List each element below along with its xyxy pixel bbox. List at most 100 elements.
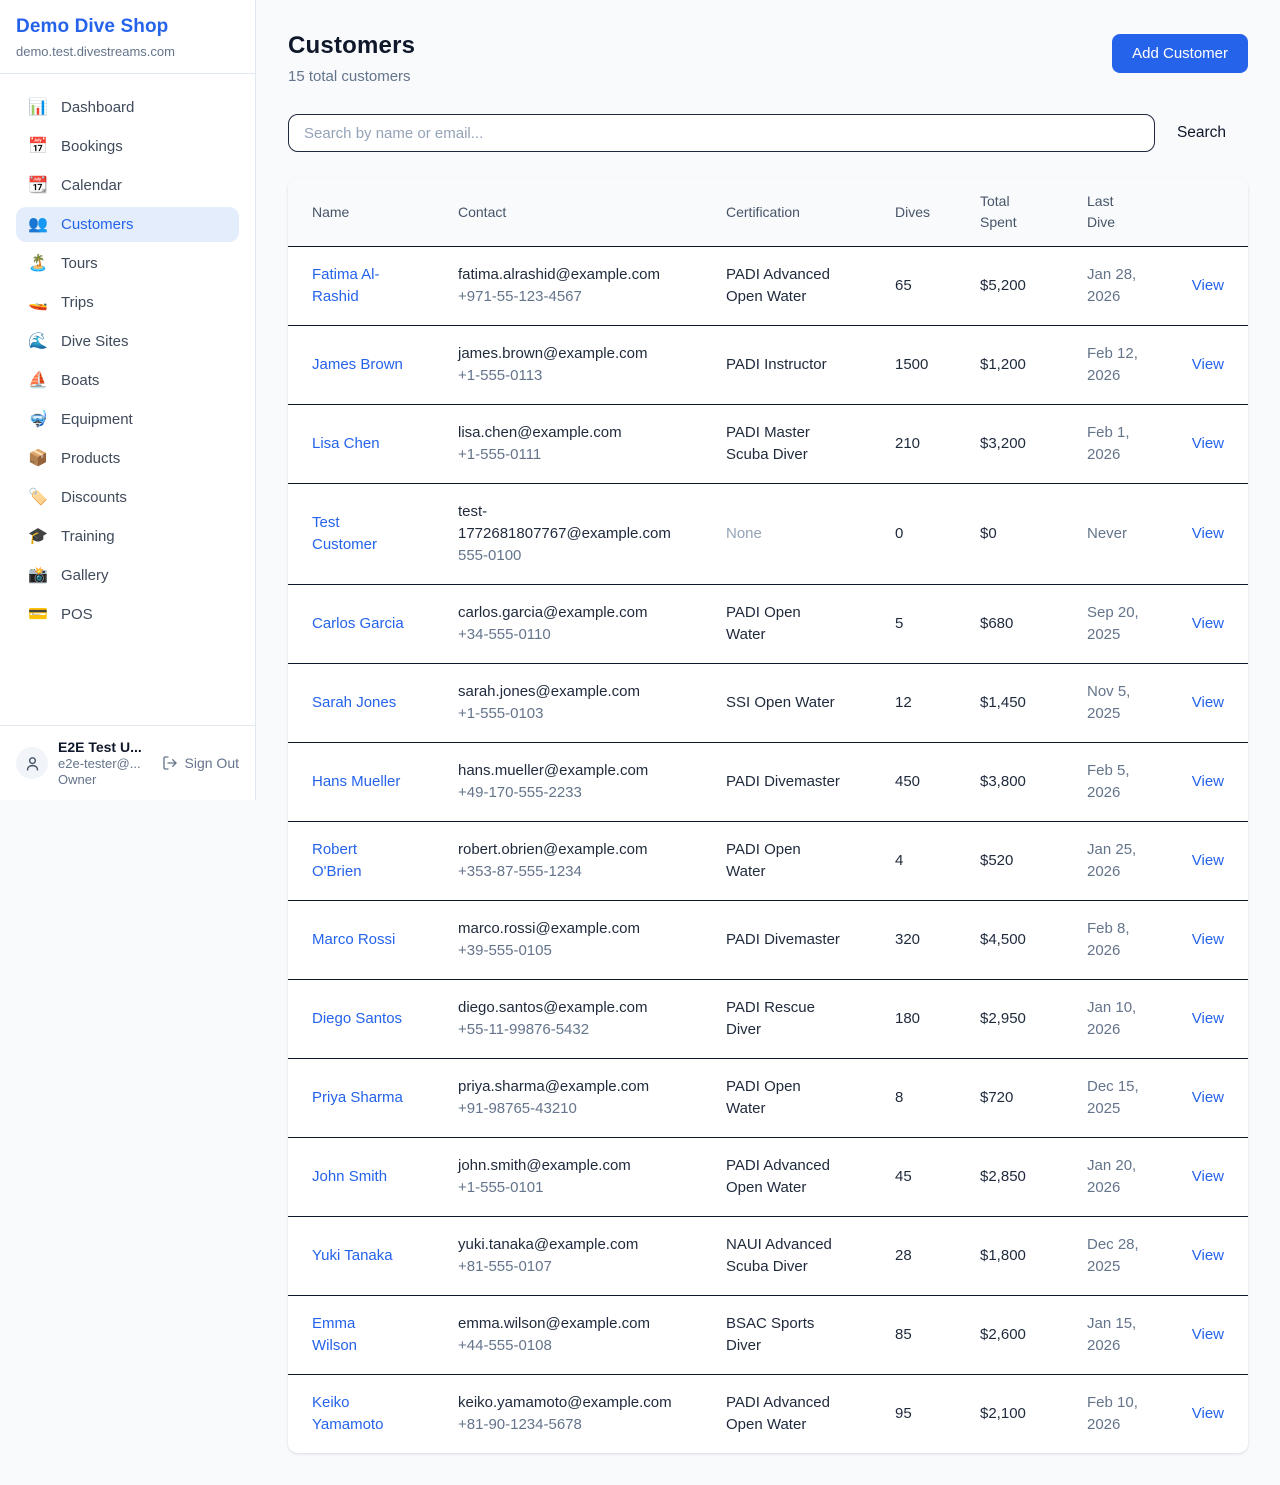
view-customer-link[interactable]: View (1192, 435, 1224, 452)
sidebar-item-dashboard[interactable]: 📊 Dashboard (16, 90, 239, 125)
customer-name-link[interactable]: Marco Rossi (312, 929, 395, 951)
view-customer-link[interactable]: View (1192, 1089, 1224, 1106)
table-row: Emma Wilson emma.wilson@example.com +44-… (288, 1296, 1248, 1375)
customer-name-link[interactable]: Priya Sharma (312, 1087, 403, 1109)
customer-name-link[interactable]: Hans Mueller (312, 771, 400, 793)
sidebar-item-products[interactable]: 📦 Products (16, 441, 239, 476)
sidebar-item-discounts[interactable]: 🏷️ Discounts (16, 480, 239, 515)
customer-name-link[interactable]: Sarah Jones (312, 692, 396, 714)
total-spent-cell: $1,450 (980, 664, 1087, 743)
view-customer-link[interactable]: View (1192, 852, 1224, 869)
customer-email: marco.rossi@example.com (458, 918, 674, 940)
actions-cell: View (1174, 484, 1248, 585)
column-header-actions (1174, 178, 1248, 247)
last-dive-cell: Feb 8, 2026 (1087, 901, 1174, 980)
certification-cell: PADI Rescue Diver (726, 980, 895, 1059)
last-dive-date: Never (1087, 523, 1127, 545)
sidebar-item-calendar[interactable]: 📆 Calendar (16, 168, 239, 203)
actions-cell: View (1174, 585, 1248, 664)
contact-cell: yuki.tanaka@example.com +81-555-0107 (458, 1217, 726, 1296)
customer-email: hans.mueller@example.com (458, 760, 674, 782)
actions-cell: View (1174, 743, 1248, 822)
total-spent-cell: $3,200 (980, 405, 1087, 484)
view-customer-link[interactable]: View (1192, 356, 1224, 373)
last-dive-cell: Feb 10, 2026 (1087, 1375, 1174, 1454)
customer-email: lisa.chen@example.com (458, 422, 674, 444)
customer-name-link[interactable]: Test Customer (312, 512, 404, 556)
last-dive-date: Feb 10, 2026 (1087, 1392, 1151, 1436)
customer-name-link[interactable]: Yuki Tanaka (312, 1245, 393, 1267)
view-customer-link[interactable]: View (1192, 694, 1224, 711)
sidebar-item-equipment[interactable]: 🤿 Equipment (16, 402, 239, 437)
customer-name-link[interactable]: James Brown (312, 354, 403, 376)
view-customer-link[interactable]: View (1192, 1168, 1224, 1185)
actions-cell: View (1174, 664, 1248, 743)
customer-name-link[interactable]: Diego Santos (312, 1008, 402, 1030)
contact-cell: sarah.jones@example.com +1-555-0103 (458, 664, 726, 743)
contact-cell: marco.rossi@example.com +39-555-0105 (458, 901, 726, 980)
customer-name-link[interactable]: Fatima Al-Rashid (312, 264, 404, 308)
search-input[interactable] (288, 114, 1155, 152)
boats-icon: ⛵ (28, 373, 48, 389)
customer-name-link[interactable]: Keiko Yamamoto (312, 1392, 404, 1436)
view-customer-link[interactable]: View (1192, 615, 1224, 632)
sidebar-item-training[interactable]: 🎓 Training (16, 519, 239, 554)
total-spent-cell: $2,850 (980, 1138, 1087, 1217)
last-dive-cell: Jan 15, 2026 (1087, 1296, 1174, 1375)
customer-name-link[interactable]: Emma Wilson (312, 1313, 404, 1357)
sidebar-item-pos[interactable]: 💳 POS (16, 597, 239, 632)
sign-out-button[interactable]: Sign Out (162, 755, 239, 771)
customer-certification: PADI Divemaster (726, 929, 840, 951)
customer-phone: +971-55-123-4567 (458, 286, 674, 308)
gallery-icon: 📸 (28, 568, 48, 584)
customer-email: fatima.alrashid@example.com (458, 264, 674, 286)
sidebar-item-tours[interactable]: 🏝️ Tours (16, 246, 239, 281)
last-dive-date: Feb 8, 2026 (1087, 918, 1151, 962)
sidebar: Demo Dive Shop demo.test.divestreams.com… (0, 0, 256, 800)
customer-phone: +1-555-0101 (458, 1177, 674, 1199)
user-info: E2E Test U... e2e-tester@... Owner (58, 739, 152, 787)
sidebar-item-trips[interactable]: 🚤 Trips (16, 285, 239, 320)
sidebar-item-gallery[interactable]: 📸 Gallery (16, 558, 239, 593)
contact-cell: carlos.garcia@example.com +34-555-0110 (458, 585, 726, 664)
table-row: John Smith john.smith@example.com +1-555… (288, 1138, 1248, 1217)
view-customer-link[interactable]: View (1192, 525, 1224, 542)
name-cell: James Brown (288, 326, 458, 405)
customer-name-link[interactable]: Robert O'Brien (312, 839, 404, 883)
last-dive-cell: Feb 1, 2026 (1087, 405, 1174, 484)
customer-name-link[interactable]: John Smith (312, 1166, 387, 1188)
last-dive-cell: Dec 28, 2025 (1087, 1217, 1174, 1296)
customers-icon: 👥 (28, 217, 48, 233)
customer-phone: +44-555-0108 (458, 1335, 674, 1357)
view-customer-link[interactable]: View (1192, 1010, 1224, 1027)
certification-cell: PADI Divemaster (726, 743, 895, 822)
add-customer-button[interactable]: Add Customer (1112, 34, 1248, 73)
table-row: Robert O'Brien robert.obrien@example.com… (288, 822, 1248, 901)
customer-name-link[interactable]: Lisa Chen (312, 433, 380, 455)
view-customer-link[interactable]: View (1192, 1326, 1224, 1343)
view-customer-link[interactable]: View (1192, 1247, 1224, 1264)
customer-certification: PADI Divemaster (726, 771, 840, 793)
search-button[interactable]: Search (1167, 118, 1236, 148)
certification-cell: PADI Advanced Open Water (726, 1138, 895, 1217)
certification-cell: PADI Divemaster (726, 901, 895, 980)
view-customer-link[interactable]: View (1192, 931, 1224, 948)
actions-cell: View (1174, 405, 1248, 484)
customer-name-link[interactable]: Carlos Garcia (312, 613, 404, 635)
view-customer-link[interactable]: View (1192, 1405, 1224, 1422)
last-dive-cell: Never (1087, 484, 1174, 585)
sidebar-item-boats[interactable]: ⛵ Boats (16, 363, 239, 398)
dives-cell: 450 (895, 743, 980, 822)
view-customer-link[interactable]: View (1192, 773, 1224, 790)
sidebar-item-customers[interactable]: 👥 Customers (16, 207, 239, 242)
customers-table-card: Name Contact Certification Dives Total S… (288, 178, 1248, 1453)
sidebar-item-dive-sites[interactable]: 🌊 Dive Sites (16, 324, 239, 359)
logout-icon (162, 755, 178, 771)
name-cell: Keiko Yamamoto (288, 1375, 458, 1454)
view-customer-link[interactable]: View (1192, 277, 1224, 294)
sidebar-item-bookings[interactable]: 📅 Bookings (16, 129, 239, 164)
customer-phone: +49-170-555-2233 (458, 782, 674, 804)
page-header: Customers 15 total customers Add Custome… (288, 32, 1248, 85)
table-row: Keiko Yamamoto keiko.yamamoto@example.co… (288, 1375, 1248, 1454)
user-role: Owner (58, 772, 152, 787)
